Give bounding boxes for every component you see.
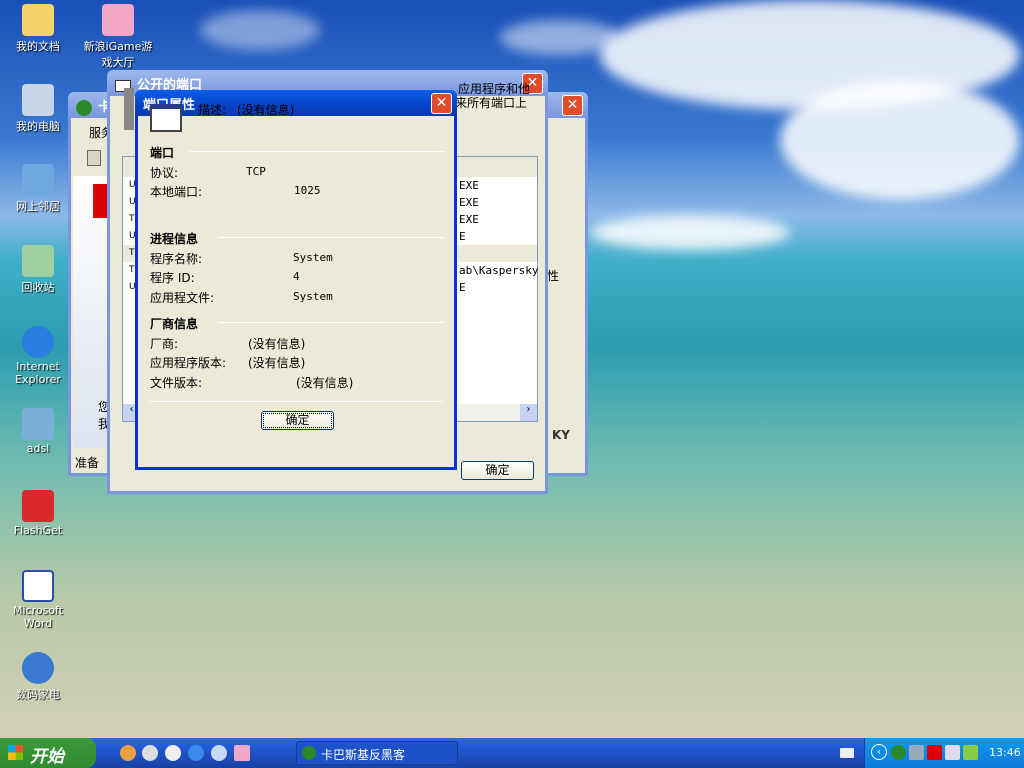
show-hidden-icons-button[interactable]: ‹	[871, 744, 887, 760]
igame-icon	[102, 4, 134, 36]
desktop-icon-dmp[interactable]: 数码家电	[6, 652, 70, 702]
application-window-icon	[150, 104, 182, 132]
port-properties-dialog: 端口属性✕ 描述: (没有信息) 端口 协议: TCP 本地端口: 1025 进…	[135, 90, 457, 470]
tray-usb-icon[interactable]	[945, 745, 960, 760]
desktop-icon-flashget[interactable]: FlashGet	[6, 490, 70, 537]
ok-button[interactable]: 确定	[461, 461, 534, 480]
quicklaunch-igame-icon[interactable]	[234, 745, 250, 761]
taskbar-button-kaspersky[interactable]: 卡巴斯基反黑客	[296, 741, 458, 765]
row-path: ab\Kaspersky	[459, 264, 539, 277]
ie-icon	[22, 326, 54, 358]
desktop-icon-recycle-bin[interactable]: 回收站	[6, 245, 70, 295]
close-button[interactable]: ✕	[562, 95, 583, 116]
status-bar: 准备	[75, 456, 100, 470]
close-button[interactable]: ✕	[431, 93, 452, 114]
desktop-icon-network[interactable]: 网上邻居	[6, 164, 70, 214]
desktop-icon-ie[interactable]: Internet Explorer	[6, 326, 70, 386]
adsl-icon	[22, 408, 54, 440]
info-icon[interactable]	[87, 150, 101, 166]
quicklaunch-outlook-icon[interactable]	[211, 745, 227, 761]
row-path: EXE	[459, 179, 479, 192]
keyboard-icon[interactable]	[840, 748, 854, 758]
taskbar: 开始 卡巴斯基反黑客 ‹ 13:46	[0, 738, 1024, 768]
row-path: EXE	[459, 196, 479, 209]
quicklaunch-media-icon[interactable]	[165, 745, 181, 761]
row-path: E	[459, 230, 466, 243]
tray-network-icon[interactable]	[909, 745, 924, 760]
app-icon	[76, 99, 92, 116]
computer-icon	[22, 84, 54, 116]
network-icon	[22, 164, 54, 196]
tray-kaspersky-icon[interactable]	[891, 745, 906, 760]
clock[interactable]: 13:46	[989, 746, 1021, 759]
flashget-icon	[22, 490, 54, 522]
quicklaunch-ie-icon[interactable]	[188, 745, 204, 761]
windows-logo-icon	[8, 745, 23, 760]
row-path: EXE	[459, 213, 479, 226]
tray-display-icon[interactable]	[963, 745, 978, 760]
port-icon	[124, 88, 134, 130]
kaspersky-icon	[302, 746, 316, 760]
system-tray: ‹ 13:46	[864, 738, 1024, 768]
tray-antivirus-icon[interactable]	[927, 745, 942, 760]
desktop-icon-igame[interactable]: 新浪iGame游戏大厅	[80, 4, 156, 70]
row-path: E	[459, 281, 466, 294]
ok-button[interactable]: 确定	[261, 411, 334, 430]
dialog-title-bar[interactable]: 端口属性✕	[135, 90, 457, 116]
scroll-right-button[interactable]: ›	[520, 404, 537, 421]
desktop-icon-my-documents[interactable]: 我的文档	[6, 4, 70, 54]
word-icon	[22, 570, 54, 602]
desktop-icon-my-computer[interactable]: 我的电脑	[6, 84, 70, 134]
desktop-icon-word[interactable]: Microsoft Word	[6, 570, 70, 630]
dmp-icon	[22, 652, 54, 684]
folder-icon	[22, 4, 54, 36]
desktop-icon-adsl[interactable]: adsl	[6, 408, 70, 455]
start-button[interactable]: 开始	[0, 738, 96, 768]
quicklaunch-msn-icon[interactable]	[120, 745, 136, 761]
quicklaunch-player-icon[interactable]	[142, 745, 158, 761]
recycle-bin-icon	[22, 245, 54, 277]
